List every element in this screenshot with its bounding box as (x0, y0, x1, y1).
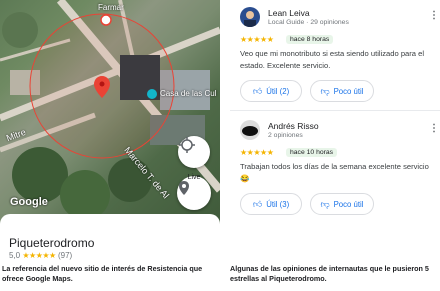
recenter-button[interactable] (178, 136, 210, 168)
reviews-panel: Lean Leiva Local Guide · 29 opiniones ⋮ … (230, 0, 440, 291)
recenter-icon (179, 137, 195, 153)
museum-icon[interactable] (147, 89, 157, 99)
caption-right: Algunas de las opiniones de internautas … (230, 264, 429, 283)
useful-button[interactable]: 👍︎ Útil (3) (240, 193, 302, 215)
thumb-up-icon: 👍︎ (252, 198, 263, 209)
review-stars: ★★★★★ (240, 148, 274, 157)
reviewer-meta: Local Guide · 29 opiniones (268, 19, 349, 26)
review-text: Veo que mi monotributo si esta siendo ut… (240, 49, 425, 70)
live-view-button[interactable]: Live (177, 174, 211, 210)
map-view[interactable]: Farmar Casa de las Cul Mitre Marcelo T. … (0, 0, 220, 228)
place-rating-row: 5,0 ★★★★★ (97) (9, 251, 72, 260)
thumb-up-icon: 👍︎ (252, 85, 263, 96)
reviewer-name[interactable]: Andrés Risso (268, 121, 319, 131)
review-text: Trabajan todos los días de la semana exc… (240, 162, 429, 183)
reviewer-meta: 2 opiniones (268, 132, 303, 139)
poi-label-right[interactable]: Casa de las Cul (160, 89, 216, 98)
place-rating-value: 5,0 (9, 251, 21, 260)
thumb-down-icon: 👎︎ (320, 85, 330, 96)
review-stars: ★★★★★ (240, 35, 274, 44)
place-stars: ★★★★★ (22, 251, 56, 260)
poi-pin-icon[interactable] (100, 14, 112, 26)
more-vert-icon[interactable]: ⋮ (429, 10, 439, 21)
useful-button[interactable]: 👍︎ Útil (2) (240, 80, 302, 102)
divider (230, 110, 440, 111)
live-view-icon (179, 181, 189, 195)
google-logo: Google (10, 196, 48, 208)
review-time-badge: hace 8 horas (286, 35, 334, 44)
useful-label: Útil (2) (266, 86, 290, 96)
more-vert-icon[interactable]: ⋮ (429, 123, 439, 134)
review-time-badge: hace 10 horas (286, 148, 338, 157)
not-useful-label: Poco útil (333, 199, 364, 209)
reviewer-name[interactable]: Lean Leiva (268, 8, 310, 18)
not-useful-button[interactable]: 👎︎ Poco útil (310, 193, 374, 215)
thumb-down-icon: 👎︎ (320, 198, 330, 209)
place-review-count: (97) (57, 251, 73, 260)
avatar (240, 7, 260, 27)
not-useful-button[interactable]: 👎︎ Poco útil (310, 80, 374, 102)
map-panel: Farmar Casa de las Cul Mitre Marcelo T. … (0, 0, 220, 291)
avatar (240, 120, 260, 140)
caption-left: La referencia del nuevo sitio de interés… (2, 264, 203, 283)
not-useful-label: Poco útil (333, 86, 364, 96)
place-name: Piqueterodromo (9, 236, 95, 250)
poi-label-top: Farmar (98, 3, 124, 12)
useful-label: Útil (3) (266, 199, 290, 209)
